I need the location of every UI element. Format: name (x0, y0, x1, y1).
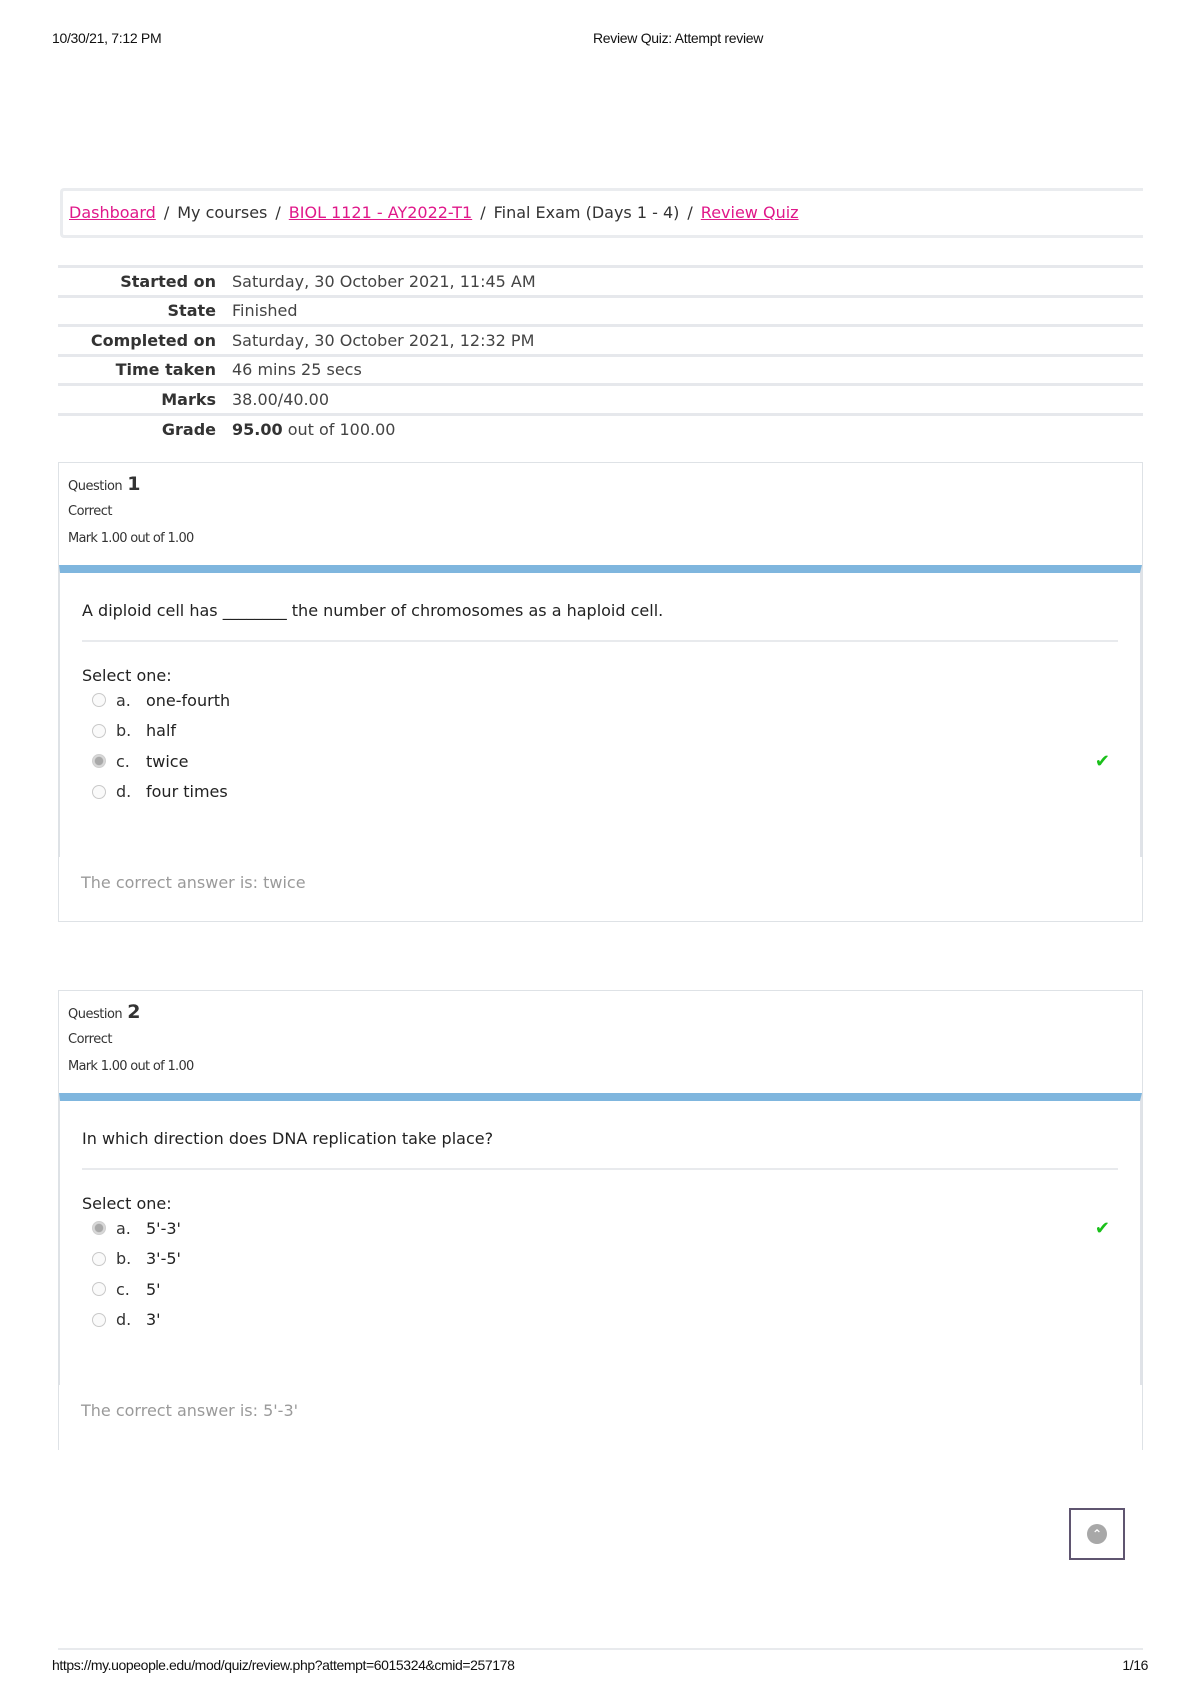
breadcrumb-separator: / (687, 203, 693, 222)
question-2: Question 2 Correct Mark 1.00 out of 1.00… (58, 990, 1143, 1450)
answer-text: 3' (146, 1310, 161, 1330)
breadcrumb-review-quiz[interactable]: Review Quiz (701, 203, 799, 222)
check-icon: ✔ (1094, 1217, 1110, 1239)
summary-row-time-taken: Time taken 46 mins 25 secs (58, 355, 1143, 385)
answer-list: a. 5'-3' ✔ b. 3'-5' c. 5' d. 3' (82, 1213, 1118, 1335)
answer-text: 5'-3' (146, 1218, 181, 1238)
question-text: A diploid cell has ________ the number o… (82, 587, 1118, 642)
radio-button[interactable] (92, 1312, 106, 1327)
summary-value: Saturday, 30 October 2021, 12:32 PM (232, 330, 535, 350)
question-formulation: A diploid cell has ________ the number o… (59, 565, 1142, 857)
footer-divider (58, 1648, 1143, 1650)
answer-letter: c. (116, 751, 130, 771)
radio-button[interactable] (92, 784, 106, 799)
question-text: In which direction does DNA replication … (82, 1115, 1118, 1170)
summary-row-started: Started on Saturday, 30 October 2021, 11:… (58, 266, 1143, 297)
radio-button-checked[interactable] (92, 1221, 106, 1236)
breadcrumb-separator: / (275, 203, 281, 222)
breadcrumb: Dashboard / My courses / BIOL 1121 - AY2022-… (60, 188, 1143, 238)
radio-button-checked[interactable] (92, 754, 106, 769)
answer-list: a. one-fourth b. half c. twice ✔ d. four time… (82, 685, 1118, 807)
breadcrumb-my-courses: My courses (177, 203, 268, 222)
question-state: Correct (68, 1032, 112, 1047)
summary-row-marks: Marks 38.00/40.00 (58, 384, 1143, 415)
breadcrumb-final-exam: Final Exam (Days 1 - 4) (493, 203, 680, 222)
summary-label: State (167, 301, 216, 321)
breadcrumb-separator: / (163, 203, 170, 222)
answer-letter: b. (116, 1249, 132, 1269)
summary-label: Grade (161, 420, 216, 439)
summary-row-completed: Completed on Saturday, 30 October 2021, 1… (58, 325, 1143, 356)
question-label: Question (68, 479, 123, 494)
question-info: Question 1 Correct Mark 1.00 out of 1.00 (59, 463, 1142, 565)
answer-text: twice (146, 751, 189, 771)
answer-option-selected[interactable]: c. twice ✔ (82, 746, 1118, 777)
answer-text: half (146, 721, 177, 741)
summary-value: Saturday, 30 October 2021, 11:45 AM (232, 271, 536, 291)
summary-value: 38.00/40.00 (232, 389, 329, 409)
answer-letter: d. (116, 1310, 132, 1330)
answer-text: one-fourth (146, 690, 231, 710)
check-icon: ✔ (1094, 750, 1110, 772)
summary-label: Started on (120, 271, 216, 291)
answer-option[interactable]: b. 3'-5' (82, 1244, 1118, 1275)
question-mark: Mark 1.00 out of 1.00 (68, 1059, 194, 1074)
summary-value: Finished (232, 301, 298, 321)
answer-text: four times (146, 782, 228, 802)
answer-text: 3'-5' (146, 1249, 181, 1269)
print-title: Review Quiz: Attempt review (593, 30, 764, 46)
answer-text: 5' (146, 1279, 161, 1299)
answer-option[interactable]: b. half (82, 716, 1118, 747)
answer-option[interactable]: a. one-fourth (82, 685, 1118, 716)
answer-letter: c. (116, 1279, 130, 1299)
summary-value: 46 mins 25 secs (232, 360, 362, 380)
summary-label: Marks (161, 389, 216, 409)
attempt-summary-table: Started on Saturday, 30 October 2021, 11:… (58, 265, 1143, 444)
answer-option-selected[interactable]: a. 5'-3' ✔ (82, 1213, 1118, 1244)
answer-option[interactable]: d. four times (82, 777, 1118, 808)
breadcrumb-dashboard[interactable]: Dashboard (69, 203, 156, 222)
question-number: 1 (127, 473, 141, 495)
summary-row-grade: Grade 95.00 out of 100.00 (58, 414, 1143, 444)
answer-option[interactable]: c. 5' (82, 1274, 1118, 1305)
print-footer-url: https://my.uopeople.edu/mod/quiz/review.… (52, 1657, 515, 1673)
chevron-up-icon: ⌃ (1087, 1524, 1107, 1544)
grade-out-of: out of 100.00 (282, 420, 396, 439)
grade-value: 95.00 (232, 420, 283, 439)
correct-answer-feedback: The correct answer is: twice (81, 873, 306, 892)
question-label: Question (68, 1007, 123, 1022)
summary-label: Time taken (115, 360, 216, 380)
summary-row-state: State Finished (58, 296, 1143, 326)
radio-button[interactable] (92, 693, 106, 708)
answer-letter: b. (116, 721, 132, 741)
answer-option[interactable]: d. 3' (82, 1305, 1118, 1336)
question-info: Question 2 Correct Mark 1.00 out of 1.00 (59, 991, 1142, 1093)
question-formulation: In which direction does DNA replication … (59, 1093, 1142, 1385)
radio-button[interactable] (92, 1282, 106, 1297)
question-state: Correct (68, 504, 112, 519)
question-mark: Mark 1.00 out of 1.00 (68, 531, 194, 546)
print-date: 10/30/21, 7:12 PM (52, 30, 162, 46)
radio-button[interactable] (92, 1251, 106, 1266)
breadcrumb-separator: / (480, 203, 486, 222)
breadcrumb-course[interactable]: BIOL 1121 - AY2022-T1 (289, 203, 472, 222)
answer-letter: d. (116, 782, 132, 802)
answer-letter: a. (116, 690, 131, 710)
question-1: Question 1 Correct Mark 1.00 out of 1.00… (58, 462, 1143, 922)
answer-letter: a. (116, 1218, 131, 1238)
radio-button[interactable] (92, 723, 106, 738)
question-number: 2 (127, 1001, 141, 1023)
select-one-prompt: Select one: (82, 1194, 172, 1213)
back-to-top-button[interactable]: ⌃ (1069, 1508, 1125, 1560)
print-footer-page: 1/16 (1122, 1657, 1148, 1673)
summary-value: 95.00 out of 100.00 (224, 414, 1143, 444)
correct-answer-feedback: The correct answer is: 5'-3' (81, 1401, 299, 1420)
summary-label: Completed on (90, 330, 216, 350)
select-one-prompt: Select one: (82, 666, 172, 685)
